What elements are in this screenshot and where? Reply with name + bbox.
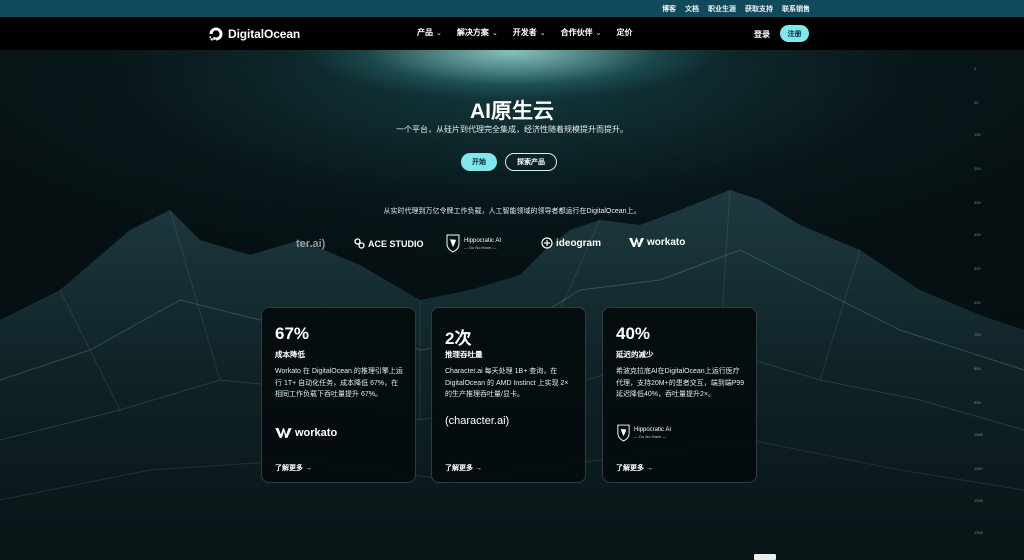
nav-label: 定价	[616, 28, 633, 37]
chevron-down-icon: ⌄	[491, 29, 498, 37]
card-description: Character.ai 每天处理 1B+ 查询，在 DigitalOcean …	[445, 368, 569, 398]
hippo-name: Hippocratic AI	[464, 237, 502, 244]
hippo-shield-icon	[617, 424, 630, 442]
nav-label: 合作伙伴	[560, 28, 593, 37]
card-stat-label: 成本降低	[275, 350, 305, 359]
chevron-down-icon: ⌄	[595, 29, 602, 37]
explore-products-button[interactable]: 探索产品	[505, 153, 557, 171]
nav-item-partners[interactable]: 合作伙伴 ⌄	[561, 27, 602, 38]
ruler-tick: 900	[974, 400, 981, 405]
ruler-tick: 1300	[974, 530, 983, 535]
customer-logos: ter.ai) ACE STUDIO Hippocratic AI — Do No…	[0, 234, 1024, 256]
case-study-card-hippocratic: 40% 延迟的减少 希波克拉底AI在DigitalOcean上运行医疗代理，支持…	[602, 307, 757, 483]
nav-label: 产品	[417, 28, 433, 37]
card-stat: 40%	[616, 324, 651, 343]
ruler-tick: 1200	[974, 498, 983, 503]
card-brand-hippocratic: Hippocratic AI — Do No Harm —	[616, 424, 671, 442]
nav-item-products[interactable]: 产品 ⌄	[417, 27, 442, 38]
logo-character-ai: ter.ai)	[296, 238, 325, 250]
workato-icon	[629, 238, 644, 247]
nav-menu: 产品 ⌄ 解决方案 ⌄ 开发者 ⌄ 合作伙伴 ⌄ 定价	[417, 27, 633, 38]
ruler-tick: 1100	[974, 466, 983, 471]
logo-ace-text: ACE STUDIO	[368, 238, 424, 249]
chevron-down-icon: ⌄	[436, 29, 442, 37]
hippo-text: Hippocratic AI — Do No Harm —	[634, 427, 671, 439]
hippo-tagline: — Do No Harm —	[634, 434, 667, 439]
case-study-card-character: 2次 推理吞吐量 Character.ai 每天处理 1B+ 查询，在 Digi…	[431, 307, 586, 483]
utility-link-docs[interactable]: 文档	[685, 4, 699, 14]
ruler-tick: 1000	[974, 432, 983, 437]
page: 博客 文档 职业生涯 获取支持 联系销售 DigitalOcean 产品 ⌄ 解决…	[0, 0, 1024, 560]
card-stat-label: 延迟的减少	[616, 350, 654, 359]
utility-link-blog[interactable]: 博客	[662, 4, 676, 14]
hero-title: AI原生云	[470, 100, 554, 123]
card-stat-label: 推理吞吐量	[445, 350, 483, 359]
ruler-tick: 800	[974, 366, 981, 371]
hippo-text: Hippocratic AI — Do No Harm —	[464, 238, 501, 250]
signup-button[interactable]: 注册	[780, 25, 809, 42]
logo-text: DigitalOcean	[228, 27, 301, 41]
hippo-tagline: — Do No Harm —	[464, 244, 497, 250]
ruler-tick: 300	[974, 200, 981, 205]
logo-hippocratic-ai: Hippocratic AI — Do No Harm —	[445, 234, 501, 253]
learn-more-link[interactable]: 了解更多 →	[616, 463, 653, 473]
hippo-shield-icon	[446, 234, 460, 253]
login-link[interactable]: 登录	[754, 29, 770, 40]
side-ruler: 0 20 100 200 300 400 500 600 700 800 900…	[974, 60, 992, 560]
ruler-tick: 700	[974, 332, 981, 337]
logo-ideogram: ideogram	[541, 237, 601, 249]
ruler-tick: 600	[974, 300, 981, 305]
workato-icon	[275, 428, 292, 438]
nav-item-developers[interactable]: 开发者 ⌄	[513, 27, 546, 38]
start-button[interactable]: 开始	[461, 153, 497, 171]
logo-character-text: ter.ai)	[296, 238, 326, 250]
ruler-tick: 400	[974, 232, 981, 237]
logo-ace-studio: ACE STUDIO	[354, 238, 424, 249]
card-stat: 2次	[445, 329, 472, 348]
nav-item-pricing[interactable]: 定价	[617, 27, 633, 38]
ace-studio-icon	[354, 238, 365, 249]
chevron-down-icon: ⌄	[539, 29, 546, 37]
utility-link-sales[interactable]: 联系销售	[782, 4, 810, 14]
digitalocean-logo-icon	[209, 27, 223, 41]
corner-badge	[754, 554, 776, 560]
hippo-name: Hippocratic AI	[634, 427, 672, 433]
utility-bar: 博客 文档 职业生涯 获取支持 联系销售	[0, 0, 1024, 17]
logo[interactable]: DigitalOcean	[208, 26, 300, 42]
nav-item-solutions[interactable]: 解决方案 ⌄	[457, 27, 498, 38]
ruler-tick: 200	[974, 166, 981, 171]
card-description: Workato 在 DigitalOcean 的推理引擎上运行 1T+ 自动化任…	[275, 368, 403, 398]
card-stat: 67%	[275, 324, 310, 343]
utility-link-careers[interactable]: 职业生涯	[708, 4, 736, 14]
ruler-tick: 20	[974, 100, 979, 105]
logo-workato-text: workato	[647, 237, 686, 248]
card-description: 希波克拉底AI在DigitalOcean上运行医疗代理，支持20M+的患者交互，…	[616, 368, 745, 398]
ruler-tick: 100	[974, 132, 981, 137]
case-study-card-workato: 67% 成本降低 Workato 在 DigitalOcean 的推理引擎上运行…	[261, 307, 416, 483]
logo-ideogram-text: ideogram	[556, 237, 602, 249]
utility-link-support[interactable]: 获取支持	[745, 4, 773, 14]
ideogram-icon	[541, 237, 553, 249]
main-nav: DigitalOcean 产品 ⌄ 解决方案 ⌄ 开发者 ⌄ 合作伙伴 ⌄ 定价 登录 …	[0, 17, 1024, 50]
ruler-tick: 0	[974, 66, 977, 71]
nav-label: 开发者	[512, 28, 537, 37]
logo-workato: workato	[629, 237, 685, 248]
trust-statement: 从实时代理到万亿令牌工作负载，人工智能领域的领导者都运行在DigitalOcea…	[383, 208, 641, 215]
nav-label: 解决方案	[456, 28, 489, 37]
card-brand-text: workato	[295, 427, 338, 439]
learn-more-link[interactable]: 了解更多 →	[445, 463, 482, 473]
ruler-tick: 500	[974, 266, 981, 271]
learn-more-link[interactable]: 了解更多 →	[275, 463, 312, 473]
card-brand-character: (character.ai)	[445, 415, 510, 427]
hero-subtitle: 一个平台，从硅片到代理完全集成，经济性随着规模提升而提升。	[396, 125, 628, 134]
card-brand-workato: workato	[275, 427, 337, 439]
